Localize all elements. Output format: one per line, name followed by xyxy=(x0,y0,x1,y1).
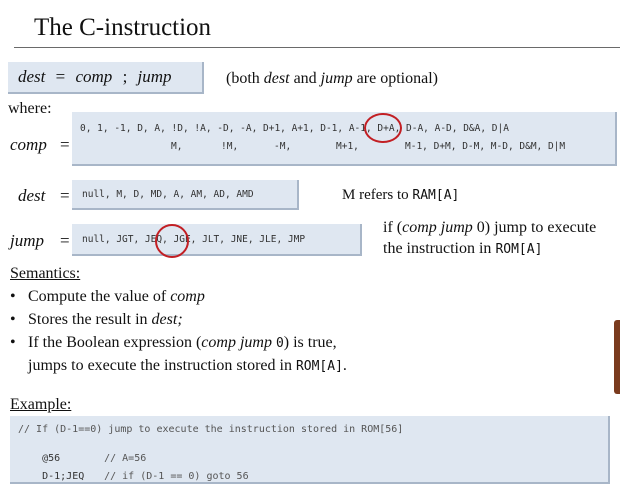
bullet-dot: • xyxy=(10,334,16,351)
jump-note-post: 0) jump to execute xyxy=(476,219,597,236)
syntax-note-dest: dest xyxy=(263,70,290,87)
comp-row-2-rest: M-1, D+M, D-M, M-D, D&M, D|M xyxy=(405,141,566,152)
comp-label: comp xyxy=(10,135,47,154)
bullet-dot: • xyxy=(10,311,16,328)
semantics-bullet-1: • Compute the value of comp xyxy=(10,288,205,306)
edge-image-fragment xyxy=(614,320,620,394)
syntax-note-post: are optional) xyxy=(356,70,438,87)
bullet-3-cont-post: . xyxy=(342,357,347,374)
bullet-3-code: 0 xyxy=(275,336,284,351)
example-code-box: // If (D-1==0) jump to execute the instr… xyxy=(10,416,610,484)
syntax-formula: dest = comp ; jump xyxy=(18,67,172,87)
syntax-comp: comp xyxy=(75,67,113,86)
jump-note-2-text: the instruction in xyxy=(383,240,492,257)
jump-eq: = xyxy=(60,231,70,250)
jump-values: null, JGT, JEQ, JGE, JLT, JNE, JLE, JMP xyxy=(82,234,306,245)
comp-eq: = xyxy=(60,135,70,154)
syntax-note: (both dest and jump are optional) xyxy=(226,70,438,88)
syntax-note-pre: (both xyxy=(226,70,260,87)
comp-row-2-m-plus-1: M+1, xyxy=(336,141,359,152)
dest-note-code: RAM[A] xyxy=(412,188,460,203)
dest-eq: = xyxy=(60,186,70,205)
jump-note-2-code: ROM[A] xyxy=(495,242,543,257)
dest-values: null, M, D, MD, A, AM, AD, AMD xyxy=(82,189,254,200)
bullet-1-ital: comp xyxy=(170,288,205,305)
d-minus-1-highlight-circle xyxy=(364,113,402,143)
comp-row-2-neg-m: -M, xyxy=(274,141,292,152)
example-heading: Example: xyxy=(10,396,72,413)
jeq-highlight-circle xyxy=(155,224,189,258)
title-divider xyxy=(14,47,620,48)
bullet-3-post: ) is true, xyxy=(283,334,337,351)
example-line-3-code: D-1;JEQ xyxy=(42,471,85,482)
example-line-3-comment: // if (D-1 == 0) goto 56 xyxy=(104,471,249,482)
jump-label: jump xyxy=(10,231,44,250)
jump-note-line-2: the instruction in ROM[A] xyxy=(383,240,542,258)
syntax-eq: = xyxy=(55,67,66,86)
semantics-bullet-2: • Stores the result in dest; xyxy=(10,311,183,329)
bullet-dot: • xyxy=(10,288,16,305)
semantics-bullet-3: • If the Boolean expression (comp jump 0)… xyxy=(10,334,337,352)
jump-note-line-1: if (comp jump 0) jump to execute xyxy=(383,219,596,237)
bullet-2-text: Stores the result in xyxy=(28,311,148,328)
bullet-2-ital: dest; xyxy=(151,311,183,328)
syntax-semicolon: ; xyxy=(122,67,128,86)
semantics-heading: Semantics: xyxy=(10,265,81,282)
bullet-3-ital: comp jump xyxy=(201,334,272,351)
syntax-jump: jump xyxy=(137,67,172,86)
bullet-3-cont-text: jumps to execute the instruction stored … xyxy=(28,357,292,374)
bullet-3-text: If the Boolean expression ( xyxy=(28,334,202,351)
page-title: The C-instruction xyxy=(34,14,212,41)
jump-note-ital: comp jump xyxy=(402,219,473,236)
dest-note: M refers to RAM[A] xyxy=(342,187,459,204)
comp-row-2-m: M, xyxy=(171,141,183,152)
where-label: where: xyxy=(8,100,52,117)
syntax-dest: dest xyxy=(18,67,46,86)
jump-note-pre: if ( xyxy=(383,219,403,236)
bullet-1-text: Compute the value of xyxy=(28,288,167,305)
comp-row-2-not-m: !M, xyxy=(221,141,239,152)
bullet-3-cont-code: ROM[A] xyxy=(295,359,343,374)
dest-note-text: M refers to xyxy=(342,187,409,203)
example-line-1: // If (D-1==0) jump to execute the instr… xyxy=(18,424,404,435)
comp-box xyxy=(72,112,617,166)
dest-label: dest xyxy=(18,186,46,205)
example-line-3: D-1;JEQ // if (D-1 == 0) goto 56 xyxy=(18,460,249,493)
syntax-note-and: and xyxy=(293,70,317,87)
semantics-bullet-3-cont: jumps to execute the instruction stored … xyxy=(28,357,347,375)
comp-row-1: 0, 1, -1, D, A, !D, !A, -D, -A, D+1, A+1… xyxy=(80,123,509,134)
syntax-note-jump: jump xyxy=(320,70,353,87)
